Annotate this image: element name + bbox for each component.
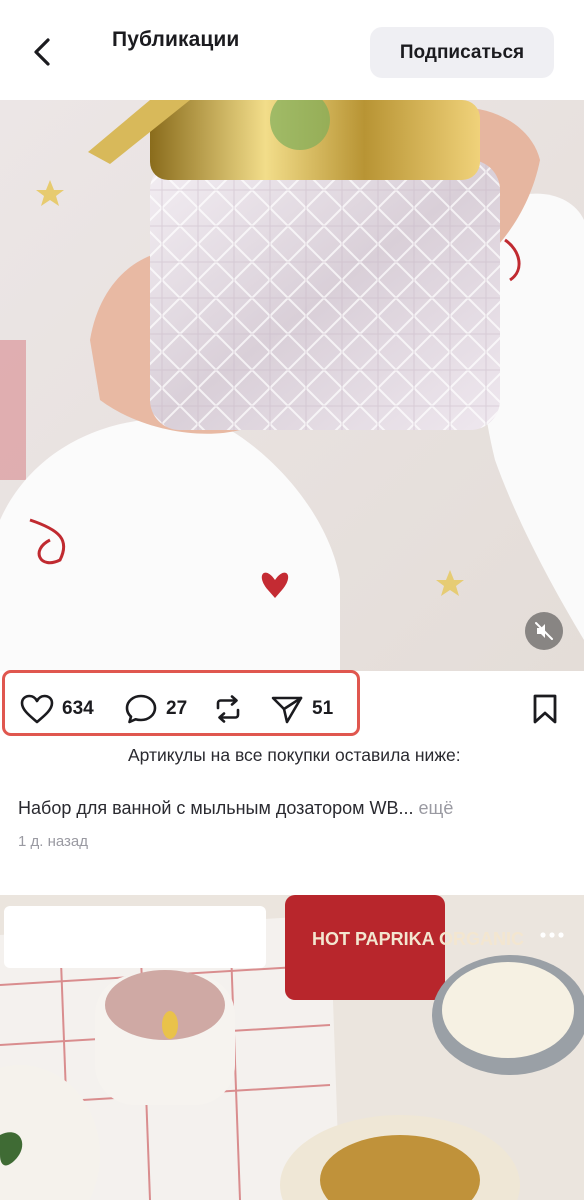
subscribe-button[interactable]: Подписаться xyxy=(370,27,554,78)
next-post-author-card[interactable] xyxy=(4,906,266,968)
like-button[interactable]: 634 xyxy=(20,693,94,725)
more-link[interactable]: ещё xyxy=(419,798,454,818)
paper-plane-icon xyxy=(271,696,303,724)
post-image xyxy=(0,100,584,671)
jar-label: HOT PAPRIKA ORGANIC xyxy=(312,929,524,949)
comment-icon xyxy=(125,694,157,724)
repost-button[interactable] xyxy=(212,693,244,725)
bookmark-icon xyxy=(533,694,557,724)
comment-button[interactable]: 27 xyxy=(124,693,187,725)
top-bar: Публикации Подписаться xyxy=(0,0,584,100)
post-video[interactable] xyxy=(0,100,584,671)
page-title: Публикации xyxy=(112,28,240,51)
likes-count: 634 xyxy=(62,698,94,719)
heart-icon xyxy=(20,694,54,724)
caption-text: Артикулы на все покупки оставила ниже: xyxy=(128,745,461,765)
caption-product-text: Набор для ванной с мыльным дозатором WB.… xyxy=(18,798,414,818)
comments-count: 27 xyxy=(166,698,188,719)
shares-count: 51 xyxy=(312,698,334,719)
next-post-more-button[interactable] xyxy=(535,925,569,945)
chevron-left-icon xyxy=(34,38,50,66)
repost-icon xyxy=(216,695,240,723)
post-timestamp: 1 д. назад xyxy=(18,833,89,850)
caption-product: Набор для ванной с мыльным дозатором WB.… xyxy=(18,798,453,819)
share-button[interactable]: 51 xyxy=(270,693,333,725)
back-button[interactable] xyxy=(22,32,62,72)
speaker-muted-icon xyxy=(535,622,553,640)
mute-button[interactable] xyxy=(525,612,563,650)
more-dots-icon xyxy=(540,932,564,938)
bookmark-button[interactable] xyxy=(528,692,562,726)
